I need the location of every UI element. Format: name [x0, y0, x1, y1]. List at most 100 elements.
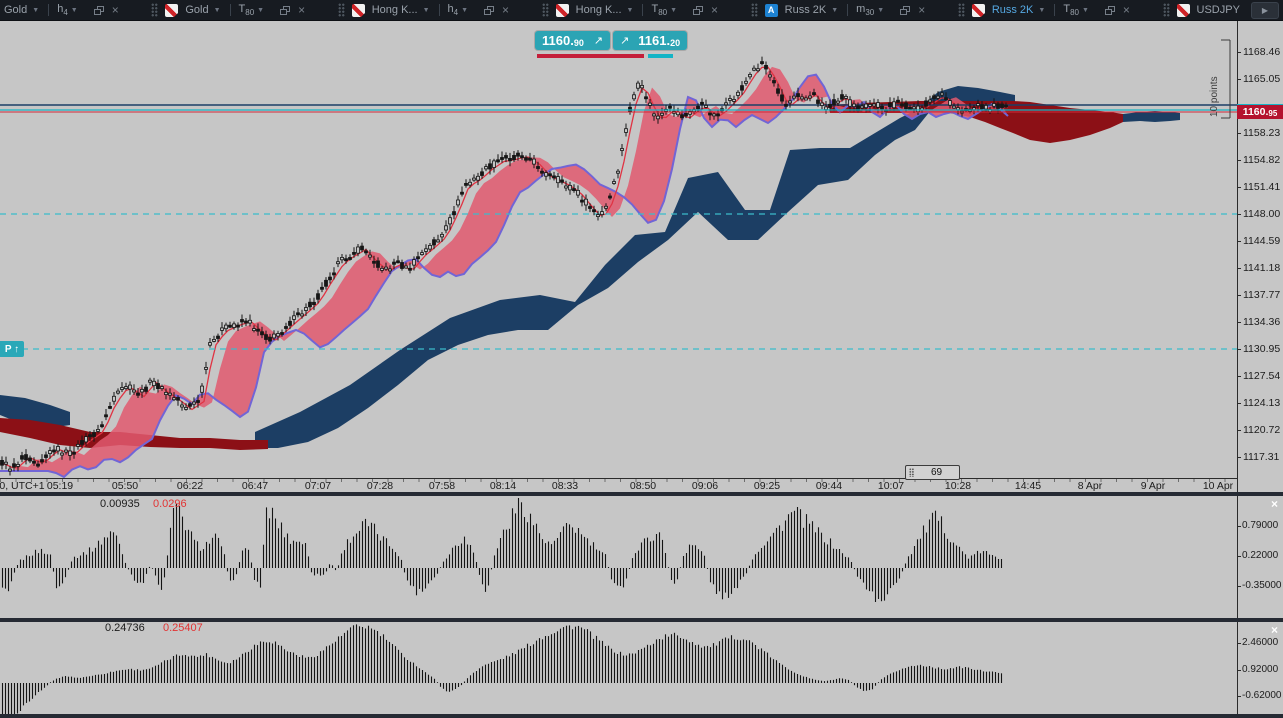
- price-axis-tick: [1237, 430, 1241, 431]
- time-axis-label: 10:28: [944, 480, 972, 492]
- price-axis-label: 1130.95: [1243, 343, 1281, 355]
- close-tab-icon[interactable]: ×: [711, 4, 718, 16]
- close-tab-icon[interactable]: ×: [502, 4, 509, 16]
- chevron-down-icon[interactable]: ▼: [32, 7, 39, 14]
- chart-template-icon: [555, 3, 569, 17]
- tab-gold[interactable]: Gold ▼ T80 ▼ ×: [146, 0, 309, 20]
- close-tab-icon[interactable]: ×: [298, 4, 305, 16]
- popout-window-icon[interactable]: [900, 5, 911, 15]
- chevron-down-icon[interactable]: ▼: [71, 7, 78, 14]
- chevron-down-icon[interactable]: ▼: [670, 7, 677, 14]
- tab-hongk[interactable]: Hong K... ▼ h4 ▼ ×: [333, 0, 513, 20]
- tab-gold[interactable]: Gold ▼ h4 ▼ ×: [0, 0, 123, 20]
- tab-period-label[interactable]: h4: [448, 3, 459, 17]
- popout-window-icon[interactable]: [280, 5, 291, 15]
- tab-symbol-label[interactable]: USDJPY: [1197, 4, 1240, 16]
- time-axis-label: 07:28: [366, 480, 394, 492]
- tab-drag-handle-icon[interactable]: [151, 3, 159, 17]
- play-button[interactable]: ▶: [1250, 1, 1279, 19]
- indicator-1-signal-value: 0.0296: [153, 498, 187, 510]
- divider: [642, 4, 644, 16]
- tab-symbol-label[interactable]: Gold: [185, 4, 208, 16]
- take-profit-badge[interactable]: P ↑: [0, 341, 24, 357]
- tab-russ2k[interactable]: A Russ 2K ▼ m30 ▼ ×: [746, 0, 930, 20]
- price-axis-label: 1117.31: [1243, 451, 1280, 463]
- tab-period-label[interactable]: T80: [651, 3, 667, 17]
- tab-symbol-label[interactable]: Russ 2K: [992, 4, 1034, 16]
- close-panel-2-button[interactable]: ×: [1271, 623, 1278, 637]
- popout-window-icon[interactable]: [93, 5, 104, 15]
- chevron-down-icon[interactable]: ▼: [461, 7, 468, 14]
- indicator-1-value: 0.00935: [100, 498, 140, 510]
- buy-pressure-bar: [648, 54, 673, 58]
- indicator-panel-1[interactable]: 0.00935 0.0296 × 0.79000 0.22000 -0.35000: [0, 496, 1283, 618]
- popout-window-icon[interactable]: [484, 5, 495, 15]
- popout-window-icon[interactable]: [1104, 5, 1115, 15]
- tab-drag-handle-icon[interactable]: [750, 3, 758, 17]
- price-axis-label: 1158.23: [1243, 127, 1281, 139]
- tab-usdjpy[interactable]: USDJPY ▶: [1158, 0, 1283, 20]
- chevron-down-icon[interactable]: ▼: [423, 7, 430, 14]
- tab-drag-handle-icon[interactable]: [1162, 3, 1170, 17]
- tab-period-label[interactable]: T80: [1063, 3, 1079, 17]
- price-axis-tick: [1237, 403, 1241, 404]
- buy-button[interactable]: ↗ 1161. 20: [613, 31, 688, 50]
- close-tab-icon[interactable]: ×: [112, 4, 119, 16]
- bar-countdown[interactable]: 69: [905, 465, 960, 480]
- tab-period-label[interactable]: T80: [239, 3, 255, 17]
- time-axis-label: 0, UTC+1: [0, 480, 45, 492]
- divider: [229, 4, 231, 16]
- chevron-down-icon[interactable]: ▼: [877, 7, 884, 14]
- chevron-down-icon[interactable]: ▼: [1038, 7, 1045, 14]
- popout-window-icon[interactable]: [693, 5, 704, 15]
- price-axis-tick: [1237, 376, 1241, 377]
- price-axis-tick: [1237, 52, 1241, 53]
- chart-tab-bar: Gold ▼ h4 ▼ × Gold ▼ T80 ▼ × Hong K... ▼ h4 ▼ × Hong K.…: [0, 0, 1283, 21]
- chevron-down-icon[interactable]: ▼: [214, 7, 221, 14]
- close-panel-1-button[interactable]: ×: [1271, 497, 1278, 511]
- time-axis-label: 8 Apr: [1077, 480, 1103, 492]
- main-chart[interactable]: 10 points 1160. 90 ↗ ↗ 1161. 20 P ↑ 69 116…: [0, 21, 1283, 493]
- candlestick-chart-canvas[interactable]: 10 points: [0, 21, 1237, 478]
- divider: [1054, 4, 1056, 16]
- tab-period-label[interactable]: h4: [57, 3, 68, 17]
- chevron-down-icon[interactable]: ▼: [627, 7, 634, 14]
- indicator-axis-label: -0.62000: [1242, 690, 1282, 701]
- price-axis-tick: [1237, 79, 1241, 80]
- price-axis-label: 1168.46: [1243, 46, 1281, 58]
- tab-symbol-label[interactable]: Hong K...: [576, 4, 622, 16]
- divider: [48, 4, 50, 16]
- price-axis-label: 1120.72: [1243, 424, 1281, 436]
- tab-russ2k[interactable]: Russ 2K ▼ T80 ▼ ×: [953, 0, 1134, 20]
- indicator-panel-2[interactable]: 0.24736 0.25407 × 2.46000 0.92000 -0.62000: [0, 622, 1283, 714]
- tab-hongk[interactable]: Hong K... ▼ T80 ▼ ×: [537, 0, 722, 20]
- close-tab-icon[interactable]: ×: [918, 4, 925, 16]
- price-axis-tick: [1237, 187, 1241, 188]
- price-axis-label: 1137.77: [1243, 289, 1281, 301]
- chart-template-icon: [971, 3, 985, 17]
- tab-symbol-label[interactable]: Gold: [4, 4, 27, 16]
- chevron-down-icon[interactable]: ▼: [831, 7, 838, 14]
- indicator-axis-label: -0.35000: [1242, 580, 1282, 591]
- chart-template-icon: [1176, 3, 1190, 17]
- tab-symbol-label[interactable]: Hong K...: [372, 4, 418, 16]
- close-tab-icon[interactable]: ×: [1123, 4, 1130, 16]
- tab-symbol-label[interactable]: Russ 2K: [785, 4, 827, 16]
- sell-button[interactable]: 1160. 90 ↗: [535, 31, 611, 50]
- chevron-down-icon[interactable]: ▼: [1082, 7, 1089, 14]
- ruler-bracket[interactable]: [1221, 39, 1231, 119]
- tab-drag-handle-icon[interactable]: [541, 3, 549, 17]
- tab-period-label[interactable]: m30: [856, 3, 874, 17]
- price-axis-tick: [1237, 322, 1241, 323]
- chevron-down-icon[interactable]: ▼: [257, 7, 264, 14]
- divider: [847, 4, 849, 16]
- price-axis-tick: [1237, 241, 1241, 242]
- time-axis-label: 09:44: [815, 480, 843, 492]
- indicator-axis-tick: [1237, 526, 1241, 527]
- time-axis-label: 09:25: [753, 480, 781, 492]
- price-axis[interactable]: 1168.46 1165.05 1158.23 1154.82 1151.41 1148.…: [1237, 21, 1283, 478]
- time-axis[interactable]: 0, UTC+1 05:19 05:50 06:22 06:47 07:07 07:28 07…: [0, 478, 1237, 493]
- tab-drag-handle-icon[interactable]: [957, 3, 965, 17]
- tab-drag-handle-icon[interactable]: [337, 3, 345, 17]
- indicator-2-signal-value: 0.25407: [163, 622, 203, 634]
